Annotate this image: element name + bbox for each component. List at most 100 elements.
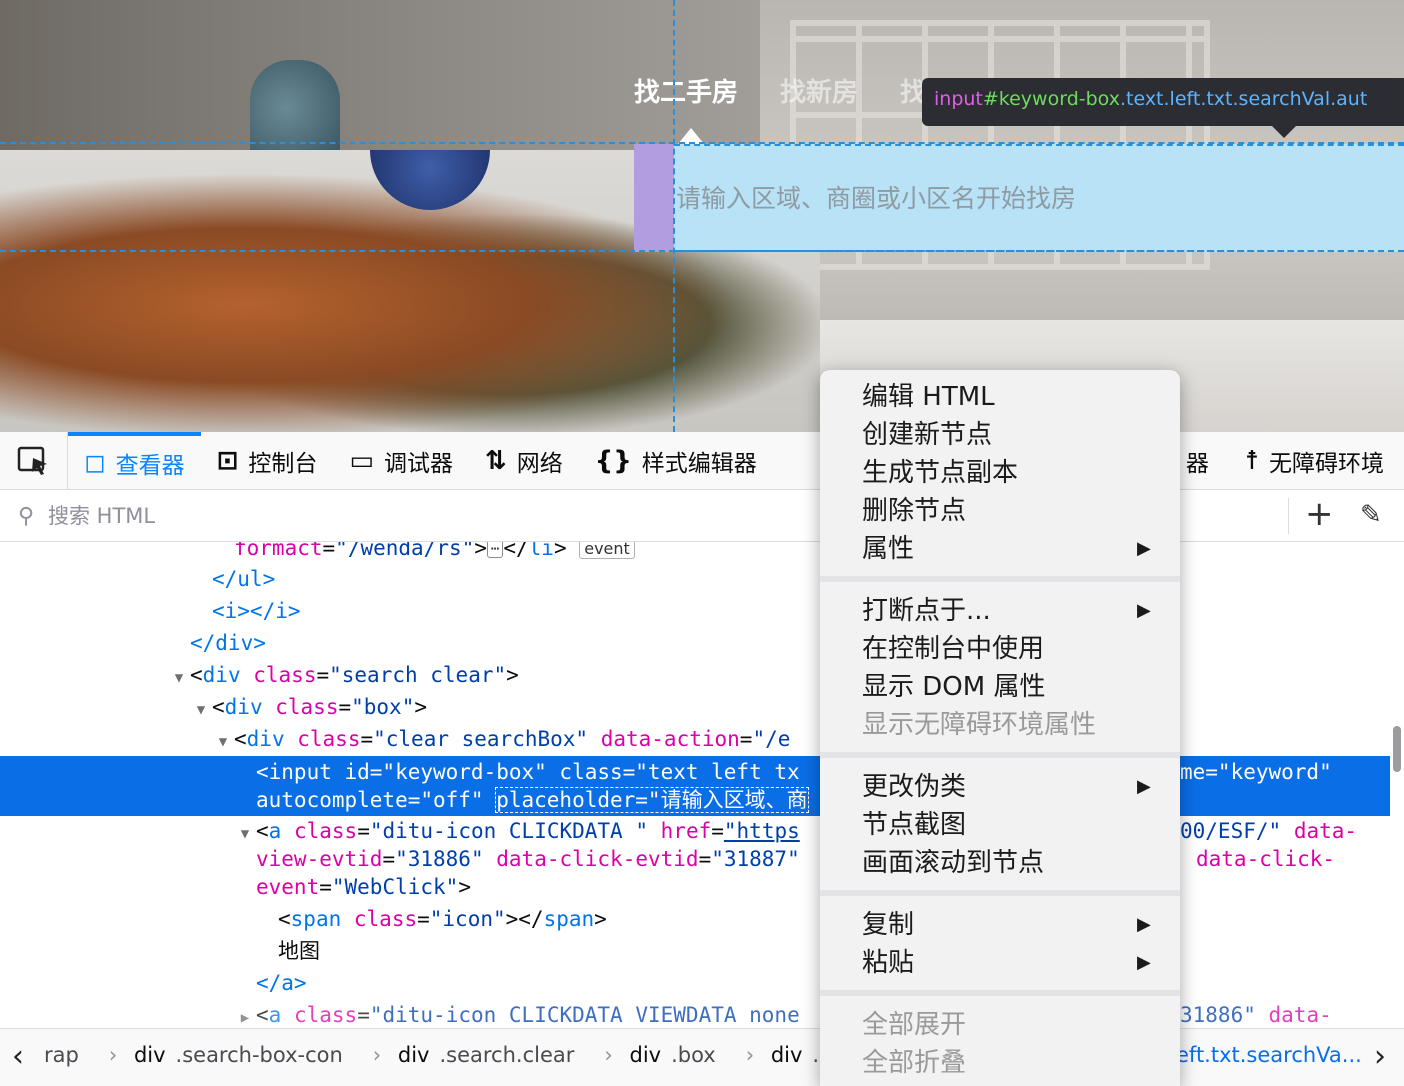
toolbar-right: 器 ☨ 无障碍环境 [1186, 432, 1384, 490]
markup-line[interactable]: <span class="icon"></span> [0, 903, 1390, 935]
expand-twisty-icon[interactable]: ▼ [168, 662, 190, 694]
submenu-arrow-icon: ▶ [1137, 600, 1151, 621]
network-icon: ⇅ [484, 445, 507, 476]
nav-tab-second-hand[interactable]: 找二手房 [634, 72, 738, 109]
markup-scrollbar[interactable] [1390, 542, 1404, 1028]
breadcrumb-item[interactable]: div .search.clear [398, 1043, 585, 1067]
highlighter-guide-left [673, 0, 675, 432]
markup-line[interactable]: ▼ <div class="clear searchBox" data-actio… [0, 723, 1390, 755]
menu-item-delete-node[interactable]: 删除节点 [862, 492, 966, 530]
menu-separator [820, 576, 1180, 582]
devtools-toolbar: ◻ 查看器 ⊡ 控制台 ▭ 调试器 ⇅ 网络 {} 样式编辑器 器 ☨ 无障碍环… [0, 431, 1404, 490]
add-node-button[interactable]: + [1305, 494, 1334, 534]
eyedropper-icon[interactable]: ✎ [1360, 500, 1382, 530]
markup-scroll-thumb[interactable] [1393, 726, 1401, 772]
search-html-input[interactable] [48, 500, 748, 532]
element-picker-button[interactable] [0, 431, 68, 490]
debugger-icon: ▭ [349, 445, 374, 476]
breadcrumb-scroll-right-icon[interactable]: › [1374, 1039, 1386, 1074]
highlighter-guide-bottom [0, 250, 1404, 252]
expand-twisty-icon[interactable]: ▼ [212, 726, 234, 758]
markup-line[interactable]: event="WebClick"> [0, 871, 1390, 903]
submenu-arrow-icon: ▶ [1137, 952, 1151, 973]
picker-icon [17, 446, 47, 475]
filter-divider [1288, 498, 1289, 534]
breadcrumb-item-selected[interactable]: eft.txt.searchVa... [1176, 1043, 1362, 1067]
collapse-twisty-icon[interactable]: ▶ [234, 1002, 256, 1028]
nav-tab-new-house[interactable]: 找新房 [780, 72, 858, 109]
menu-item-copy[interactable]: 复制 [862, 906, 914, 944]
menu-item-show-dom-properties[interactable]: 显示 DOM 属性 [862, 668, 1045, 706]
menu-item-create-node[interactable]: 创建新节点 [862, 416, 992, 454]
menu-item-break-on[interactable]: 打断点于... [862, 592, 991, 630]
breadcrumb-scroll-left-icon[interactable]: ‹ [12, 1039, 24, 1074]
markup-text-node[interactable]: 地图 [0, 935, 1390, 967]
infobar-classes: .text.left.txt.searchVal.aut [1119, 88, 1368, 110]
menu-item-scroll-into-view[interactable]: 画面滚动到节点 [862, 844, 1044, 882]
keyword-search-input[interactable] [674, 146, 1404, 250]
menu-separator [820, 990, 1180, 996]
menu-item-use-in-console[interactable]: 在控制台中使用 [862, 630, 1044, 668]
tab-inspector[interactable]: ◻ 查看器 [68, 431, 201, 490]
tab-console[interactable]: ⊡ 控制台 [201, 432, 334, 490]
highlighter-guide-top [0, 142, 1404, 144]
infobar-tag: input [934, 88, 983, 110]
menu-item-duplicate-node[interactable]: 生成节点副本 [862, 454, 1018, 492]
tab-debugger-label: 调试器 [383, 450, 453, 477]
breadcrumb-item[interactable]: div .box [630, 1043, 726, 1067]
tab-inspector-label: 查看器 [115, 452, 185, 479]
node-context-menu: 编辑 HTML 创建新节点 生成节点副本 删除节点 属性 ▶ 打断点于... ▶… [820, 370, 1180, 1086]
markup-line[interactable]: </div> [0, 627, 1390, 659]
markup-line[interactable]: </ul> [0, 563, 1390, 595]
style-editor-icon: {} [594, 445, 632, 476]
menu-item-change-pseudo-class[interactable]: 更改伪类 [862, 768, 966, 806]
tab-style-editor[interactable]: {} 样式编辑器 [579, 432, 773, 490]
console-icon: ⊡ [216, 445, 239, 476]
markup-search-bar: ⚲ + ✎ [0, 490, 1404, 542]
accessibility-icon: ☨ [1244, 446, 1259, 476]
house-nav-tabs: 找二手房 找新房 找 [634, 72, 926, 109]
markup-line[interactable]: ▼ <div class="search clear"> [0, 659, 1390, 691]
menu-separator [820, 752, 1180, 758]
tab-network-label: 网络 [516, 450, 563, 477]
collapsed-children-badge[interactable]: ⋯ [486, 542, 504, 558]
search-padding-highlight [634, 144, 674, 252]
menu-item-screenshot-node[interactable]: 节点截图 [862, 806, 966, 844]
event-badge[interactable]: event [579, 542, 635, 559]
markup-view[interactable]: formact="/wenda/rs"> ⋯ </li> event </ul> <… [0, 542, 1390, 1028]
menu-item-show-accessibility-properties: 显示无障碍环境属性 [862, 710, 1097, 740]
tab-style-editor-label: 样式编辑器 [641, 450, 757, 477]
submenu-arrow-icon: ▶ [1137, 538, 1151, 559]
tab-debugger[interactable]: ▭ 调试器 [333, 432, 469, 490]
search-box-highlight [674, 144, 1404, 252]
infobar-id: #keyword-box [982, 88, 1120, 110]
tab-accessibility[interactable]: 无障碍环境 [1269, 444, 1384, 478]
tab-console-label: 控制台 [248, 450, 318, 477]
search-icon: ⚲ [18, 504, 35, 529]
infobar-arrow [1272, 126, 1296, 138]
menu-separator [820, 890, 1180, 896]
breadcrumb-items: rap › div .search-box-con › div .search.clea… [44, 1043, 952, 1067]
expand-twisty-icon[interactable]: ▼ [190, 694, 212, 726]
markup-line[interactable]: </a> [0, 967, 1390, 999]
breadcrumb-item[interactable]: div .search-box-con [134, 1043, 353, 1067]
selected-line-2: autocomplete="off" placeholder="请输入区域、商 [256, 787, 809, 813]
markup-line[interactable]: ▼ <div class="box"> [0, 691, 1390, 723]
markup-line[interactable]: formact="/wenda/rs"> ⋯ </li> event [0, 542, 1390, 564]
markup-line-tail: 31886" data- [1180, 1003, 1332, 1027]
node-infobar: input#keyword-box.text.left.txt.searchVa… [922, 78, 1404, 126]
breadcrumb-item[interactable]: rap [44, 1043, 89, 1067]
markup-line[interactable]: <i></i> [0, 595, 1390, 627]
inspector-icon: ◻ [84, 447, 106, 478]
selected-node[interactable]: <input id="keyword-box" class="text left… [0, 756, 1390, 816]
tab-network[interactable]: ⇅ 网络 [469, 432, 579, 490]
submenu-arrow-icon: ▶ [1137, 914, 1151, 935]
menu-item-edit-html[interactable]: 编辑 HTML [862, 378, 995, 416]
menu-item-collapse-all: 全部折叠 [862, 1048, 967, 1078]
menu-item-paste[interactable]: 粘贴 [862, 944, 914, 982]
tab-partial-label[interactable]: 器 [1186, 444, 1209, 478]
breadcrumb: ‹ rap › div .search-box-con › div .search.cl… [0, 1028, 1404, 1086]
web-page-viewport: 找二手房 找新房 找 input#keyword-box.text.left.t… [0, 0, 1404, 432]
menu-item-expand-all: 全部展开 [862, 1010, 967, 1040]
menu-item-attributes[interactable]: 属性 [862, 530, 914, 568]
